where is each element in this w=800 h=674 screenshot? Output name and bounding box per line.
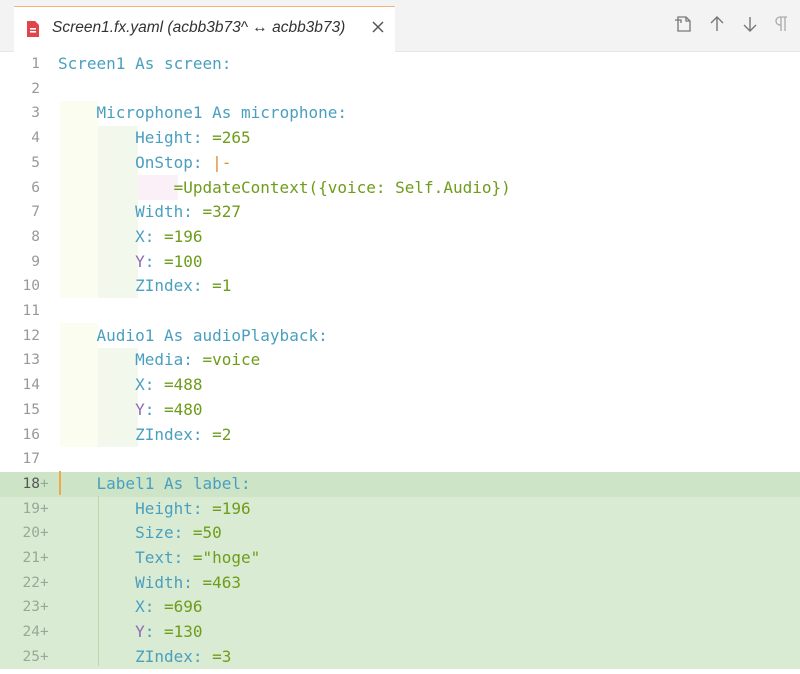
code-line[interactable]: 3 Microphone1 As microphone: <box>0 101 800 126</box>
code-line[interactable]: 5 OnStop: |- <box>0 151 800 176</box>
line-number: 5 <box>31 154 40 171</box>
diff-added-marker: + <box>40 624 49 641</box>
arrow-up-icon[interactable] <box>707 14 727 34</box>
code-text: ZIndex: =2 <box>135 424 232 444</box>
editor-tab-bar: Screen1.fx.yaml (acbb3b73^ ↔ acbb3b73) <box>0 0 800 52</box>
code-text: Width: =327 <box>135 202 242 222</box>
close-icon[interactable] <box>368 17 388 37</box>
arrow-down-icon[interactable] <box>740 14 760 34</box>
code-text: Media: =voice <box>135 350 261 370</box>
line-number: 4 <box>31 130 40 147</box>
code-line[interactable]: 8 X: =196 <box>0 225 800 250</box>
code-line[interactable]: 7 Width: =327 <box>0 200 800 225</box>
diff-added-marker: + <box>40 525 49 542</box>
code-line[interactable]: 11 <box>0 299 800 324</box>
line-number: 20 <box>22 525 40 542</box>
tab-title: Screen1.fx.yaml (acbb3b73^ ↔ acbb3b73) <box>52 19 346 36</box>
code-text: OnStop: |- <box>135 152 232 172</box>
code-line[interactable]: 10 ZIndex: =1 <box>0 274 800 299</box>
code-line[interactable]: 15 Y: =480 <box>0 398 800 423</box>
code-line[interactable]: 9 Y: =100 <box>0 250 800 275</box>
code-text: Size: =50 <box>135 523 222 543</box>
code-text: Y: =100 <box>135 251 203 271</box>
diff-added-marker: + <box>40 574 49 591</box>
code-text: =UpdateContext({voice: Self.Audio}) <box>173 177 511 197</box>
editor-tab[interactable]: Screen1.fx.yaml (acbb3b73^ ↔ acbb3b73) <box>14 6 395 52</box>
code-text: Label1 As label: <box>96 473 251 493</box>
line-number: 8 <box>31 228 40 245</box>
code-text: Height: =265 <box>135 128 251 148</box>
line-number: 10 <box>22 278 40 295</box>
code-line[interactable]: 17 <box>0 447 800 472</box>
code-line[interactable]: 16 ZIndex: =2 <box>0 423 800 448</box>
line-number: 18 <box>22 475 40 492</box>
diff-added-marker: + <box>40 648 49 665</box>
yaml-file-icon <box>27 21 39 37</box>
code-text: Microphone1 As microphone: <box>96 103 347 123</box>
code-line[interactable]: 6 =UpdateContext({voice: Self.Audio}) <box>0 176 800 201</box>
code-line[interactable]: 20 + Size: =50 <box>0 521 800 546</box>
code-line[interactable]: 22 + Width: =463 <box>0 570 800 596</box>
code-line[interactable]: 23 + X: =696 <box>0 595 800 621</box>
line-number: 14 <box>22 377 40 394</box>
line-number: 22 <box>22 574 40 591</box>
diff-added-marker: + <box>40 599 49 616</box>
line-number: 16 <box>22 426 40 443</box>
code-text: ZIndex: =1 <box>135 276 232 296</box>
line-number: 2 <box>31 80 40 97</box>
line-number: 25 <box>22 648 40 665</box>
code-line[interactable]: 25 + ZIndex: =3 <box>0 644 800 670</box>
line-number: 23 <box>22 599 40 616</box>
line-number: 13 <box>22 352 40 369</box>
code-text: Y: =480 <box>135 399 203 419</box>
diff-added-marker: + <box>40 500 49 517</box>
code-text: Height: =196 <box>135 498 251 518</box>
code-line[interactable]: 24 + Y: =130 <box>0 620 800 645</box>
code-line[interactable]: 14 X: =488 <box>0 373 800 398</box>
code-text: X: =696 <box>135 597 203 617</box>
code-line[interactable]: 2 <box>0 77 800 102</box>
code-line[interactable]: 19 + Height: =196 <box>0 496 800 522</box>
line-number: 9 <box>31 253 40 270</box>
line-number: 7 <box>31 204 40 221</box>
line-number: 6 <box>31 179 40 196</box>
diff-editor[interactable]: 1 Screen1 As screen: 2 3 Microphone1 As mic… <box>0 52 800 674</box>
diff-added-marker: + <box>40 475 49 492</box>
code-line[interactable]: 4 Height: =265 <box>0 126 800 151</box>
code-text: Screen1 As screen: <box>58 54 232 73</box>
line-number: 19 <box>22 500 40 517</box>
indent-guide <box>98 496 99 666</box>
code-text: Y: =130 <box>135 622 203 642</box>
code-text: Audio1 As audioPlayback: <box>96 325 328 345</box>
code-text: X: =196 <box>135 226 203 246</box>
line-number: 24 <box>22 624 40 641</box>
line-number: 11 <box>22 303 40 319</box>
line-number: 21 <box>22 550 40 566</box>
line-number: 3 <box>31 105 40 122</box>
pilcrow-icon[interactable] <box>772 14 792 34</box>
line-number: 12 <box>22 327 40 344</box>
open-file-icon[interactable] <box>674 14 694 34</box>
code-line[interactable]: 1 Screen1 As screen: <box>0 52 800 77</box>
code-line[interactable]: 12 Audio1 As audioPlayback: <box>0 324 800 349</box>
code-text: Text: ="hoge" <box>135 548 261 567</box>
code-text: Width: =463 <box>135 572 242 592</box>
diff-added-marker: + <box>40 550 49 566</box>
code-text: X: =488 <box>135 375 203 395</box>
line-number: 17 <box>22 451 40 468</box>
code-line[interactable]: 18 + Label1 As label: <box>0 471 800 497</box>
line-number: 15 <box>22 401 40 418</box>
text-cursor <box>59 471 61 495</box>
line-number: 1 <box>31 56 40 72</box>
code-line[interactable]: 13 Media: =voice <box>0 348 800 373</box>
code-line[interactable]: 21 + Text: ="hoge" <box>0 546 800 571</box>
code-text: ZIndex: =3 <box>135 646 232 666</box>
